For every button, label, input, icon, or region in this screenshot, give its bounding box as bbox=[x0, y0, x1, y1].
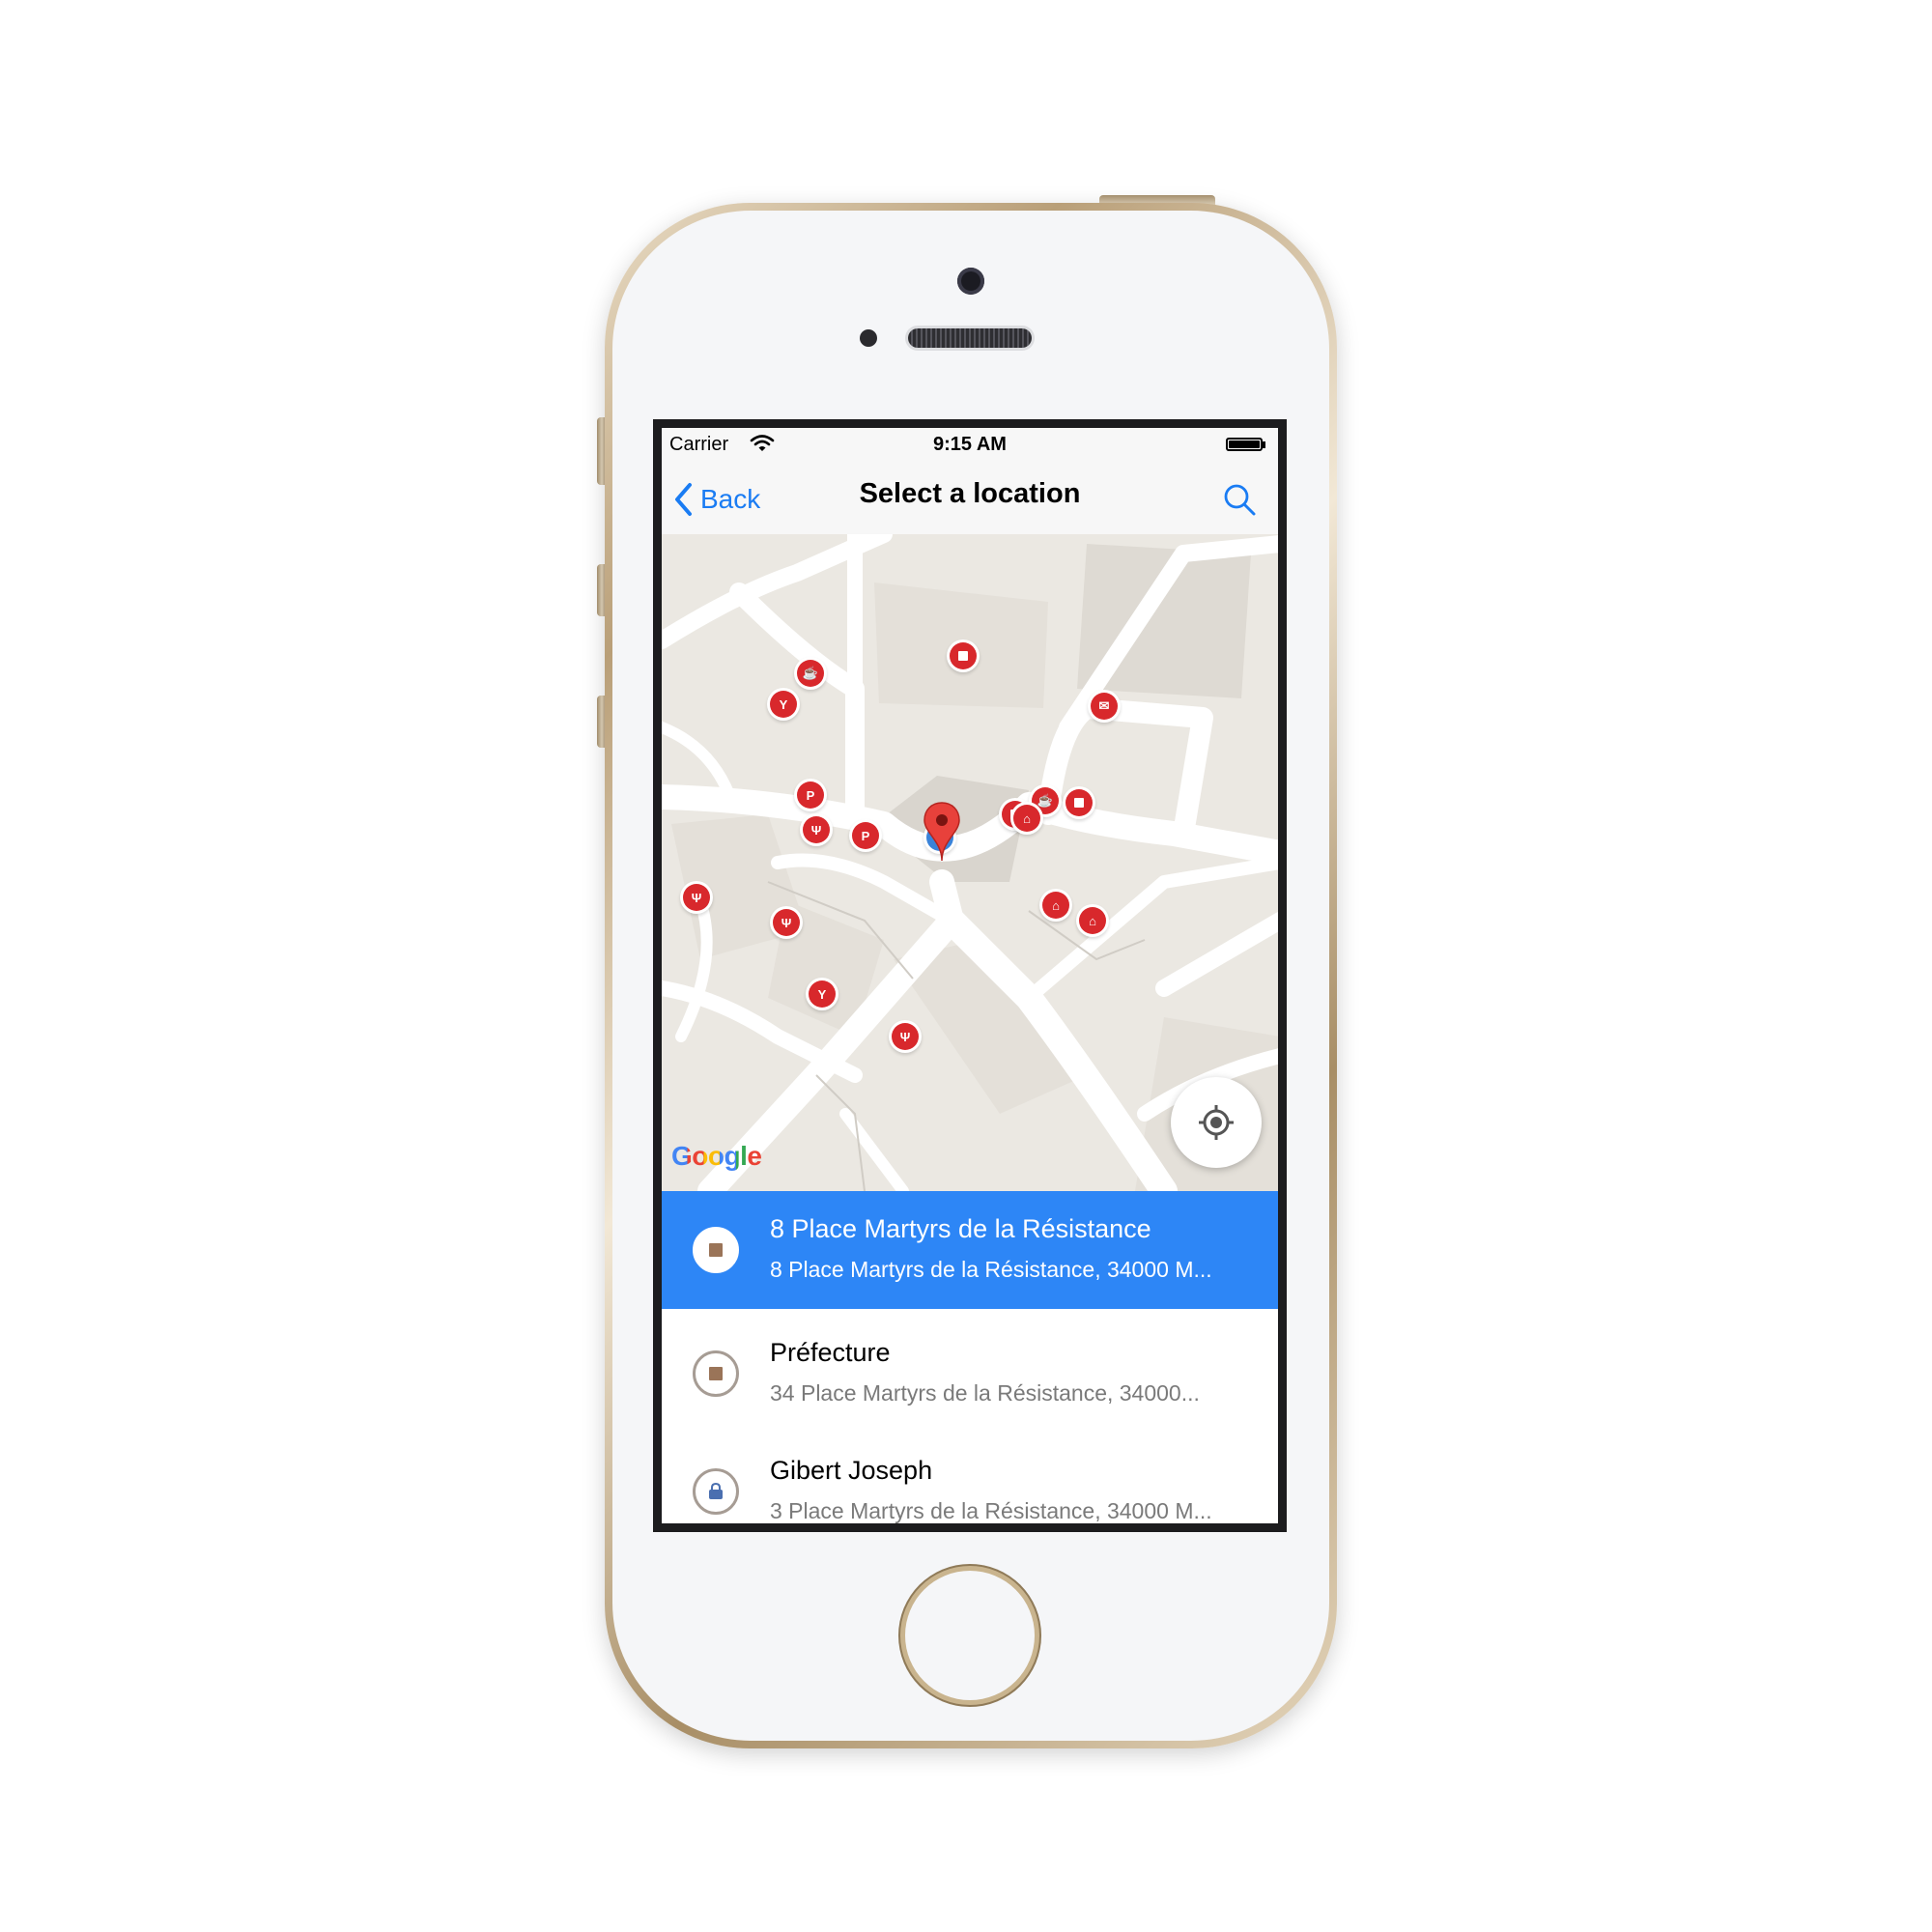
navigation-bar: Back Select a location bbox=[662, 465, 1278, 535]
front-camera bbox=[957, 268, 984, 295]
map-view[interactable]: ☕ Y ✉ ▲ P Ψ P ☕ ⌂ ⌂ ⌂ Ψ Ψ Y Ψ Google bbox=[662, 534, 1278, 1191]
battery-tip bbox=[1263, 441, 1265, 448]
result-icon bbox=[693, 1468, 739, 1515]
result-title: Gibert Joseph bbox=[770, 1456, 933, 1485]
poi-shopping-icon[interactable]: ⌂ bbox=[1013, 805, 1040, 832]
result-address: 8 Place Martyrs de la Résistance, 34000 … bbox=[770, 1257, 1212, 1282]
crosshair-icon bbox=[1199, 1105, 1234, 1140]
store-icon bbox=[709, 1367, 723, 1380]
status-bar: Carrier 9:15 AM bbox=[662, 428, 1278, 465]
location-pin-icon[interactable] bbox=[923, 801, 961, 863]
poi-shopping-icon[interactable]: ⌂ bbox=[1042, 892, 1069, 919]
home-button[interactable] bbox=[905, 1571, 1035, 1700]
poi-restaurant-icon[interactable]: Ψ bbox=[803, 816, 830, 843]
poi-shopping-icon[interactable]: ⌂ bbox=[1079, 907, 1106, 934]
result-title: 8 Place Martyrs de la Résistance bbox=[770, 1214, 1151, 1243]
result-icon bbox=[693, 1350, 739, 1397]
phone-screen: Carrier 9:15 AM Back Select a location ☕… bbox=[653, 419, 1287, 1532]
store-icon bbox=[709, 1243, 723, 1257]
page-title: Select a location bbox=[859, 478, 1081, 509]
poi-store-icon[interactable] bbox=[1065, 789, 1093, 816]
result-row[interactable]: Préfecture 34 Place Martyrs de la Résist… bbox=[662, 1315, 1278, 1433]
result-row[interactable]: 8 Place Martyrs de la Résistance 8 Place… bbox=[662, 1191, 1278, 1309]
result-address: 3 Place Martyrs de la Résistance, 34000 … bbox=[770, 1498, 1212, 1523]
app-screen: Carrier 9:15 AM Back Select a location ☕… bbox=[662, 428, 1278, 1523]
poi-store-icon[interactable] bbox=[950, 642, 977, 669]
poi-restaurant-icon[interactable]: Ψ bbox=[773, 909, 800, 936]
poi-restaurant-icon[interactable]: Ψ bbox=[892, 1023, 919, 1050]
poi-bar-icon[interactable]: Y bbox=[809, 980, 836, 1008]
poi-parking-icon[interactable]: P bbox=[797, 781, 824, 809]
my-location-button[interactable] bbox=[1171, 1077, 1262, 1168]
google-logo: Google bbox=[671, 1141, 762, 1171]
poi-parking-icon[interactable]: P bbox=[852, 822, 879, 849]
earpiece-speaker bbox=[908, 328, 1032, 348]
poi-cafe-icon[interactable]: ☕ bbox=[797, 660, 824, 687]
poi-mail-icon[interactable]: ✉ bbox=[1091, 693, 1118, 720]
search-icon[interactable] bbox=[1222, 482, 1257, 517]
poi-bar-icon[interactable]: Y bbox=[770, 691, 797, 718]
poi-restaurant-icon[interactable]: Ψ bbox=[683, 884, 710, 911]
result-address: 34 Place Martyrs de la Résistance, 34000… bbox=[770, 1380, 1200, 1406]
chevron-left-icon bbox=[675, 483, 692, 516]
back-button[interactable]: Back bbox=[673, 476, 760, 523]
back-button-label: Back bbox=[700, 484, 761, 514]
shopping-bag-icon bbox=[709, 1482, 723, 1499]
result-icon bbox=[693, 1227, 739, 1273]
proximity-sensor bbox=[860, 329, 877, 347]
battery-icon bbox=[1226, 438, 1263, 451]
result-row[interactable]: Gibert Joseph 3 Place Martyrs de la Rési… bbox=[662, 1433, 1278, 1523]
status-time: 9:15 AM bbox=[933, 434, 1007, 455]
result-title: Préfecture bbox=[770, 1338, 891, 1367]
